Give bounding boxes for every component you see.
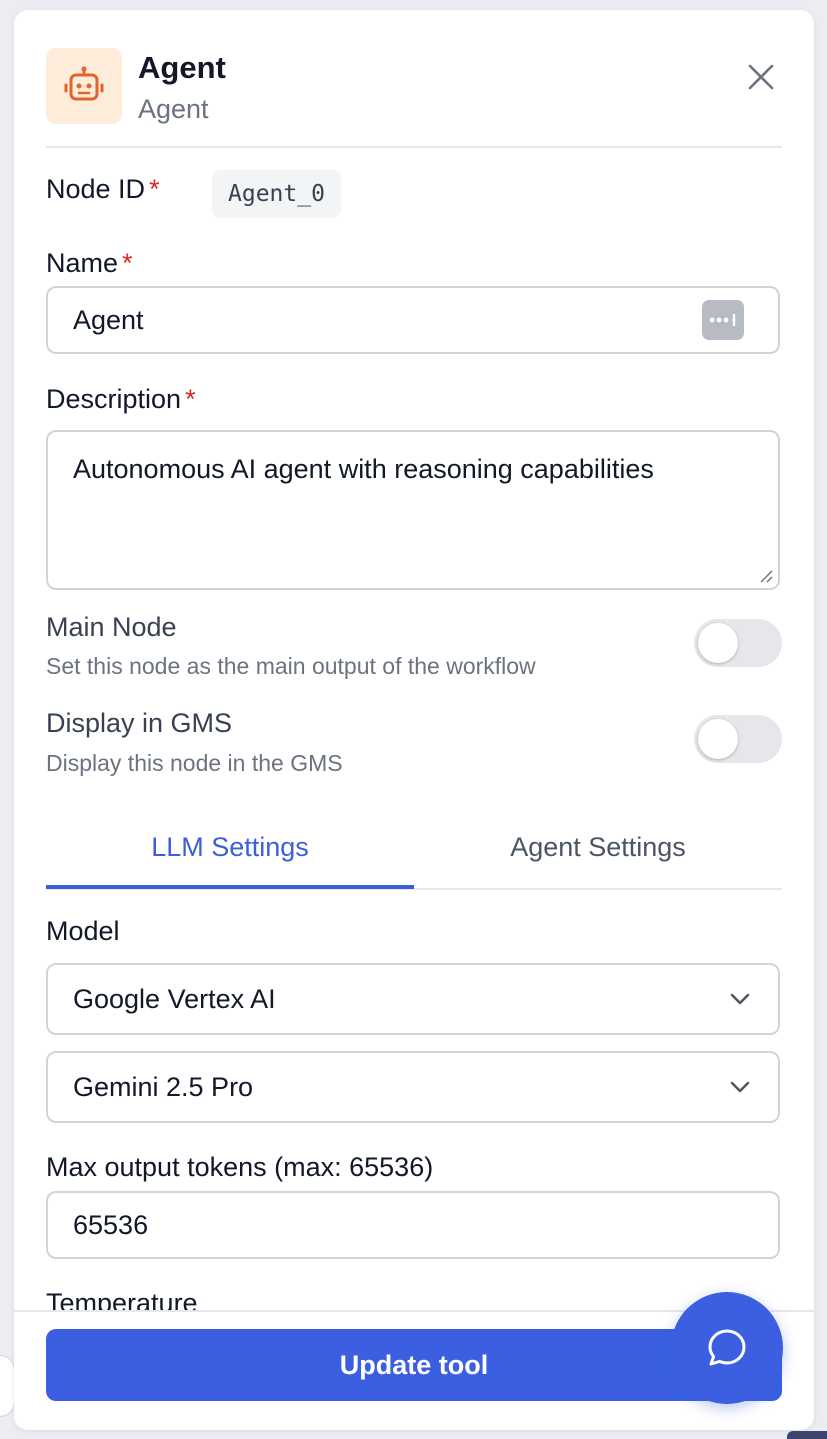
more-dots-icon [709,314,736,326]
description-label-text: Description [46,384,182,414]
main-node-title: Main Node [46,612,177,642]
panel-header: Agent Agent [46,48,782,148]
chat-bubble-icon [708,1329,746,1366]
required-mark: * [185,384,196,414]
background-panel-corner [787,1431,827,1439]
display-gms-description: Display this node in the GMS [46,750,343,776]
node-id-value: Agent_0 [212,170,341,218]
node-id-label-text: Node ID [46,174,146,204]
chevron-down-icon [730,1081,750,1093]
name-label: Name * [46,248,133,279]
robot-icon [46,48,122,124]
max-tokens-input[interactable]: 65536 [46,1191,780,1259]
temperature-label: Temperature [46,1288,198,1310]
close-button[interactable] [740,56,782,98]
node-settings-panel: Agent Agent Node ID * Agent_0 Name * Agent [14,10,814,1430]
toggle-knob [698,719,738,759]
node-id-label: Node ID * [46,174,160,205]
name-input[interactable]: Agent [46,286,780,354]
chat-button[interactable] [671,1292,783,1404]
model-provider-value: Google Vertex AI [73,984,276,1014]
settings-tabs: LLM Settings Agent Settings [46,810,782,890]
main-node-toggle[interactable] [694,619,782,667]
display-gms-title: Display in GMS [46,708,233,738]
variable-insert-button[interactable] [702,300,744,340]
model-label: Model [46,916,120,946]
max-tokens-value: 65536 [73,1210,149,1240]
name-input-value: Agent [73,305,144,335]
description-textarea[interactable]: Autonomous AI agent with reasoning capab… [46,430,780,590]
description-textarea-value: Autonomous AI agent with reasoning capab… [73,454,654,484]
model-name-select[interactable]: Gemini 2.5 Pro [46,1051,780,1123]
tab-agent-settings[interactable]: Agent Settings [414,810,782,888]
main-node-description: Set this node as the main output of the … [46,653,536,679]
required-mark: * [149,174,160,204]
model-provider-select[interactable]: Google Vertex AI [46,963,780,1035]
node-subtitle: Agent [138,94,209,124]
node-title: Agent [138,50,226,85]
required-mark: * [122,248,133,278]
name-label-text: Name [46,248,119,278]
close-icon [748,64,774,90]
max-tokens-label: Max output tokens (max: 65536) [46,1152,434,1182]
model-name-value: Gemini 2.5 Pro [73,1072,254,1102]
description-label: Description * [46,384,196,415]
tab-llm-settings[interactable]: LLM Settings [46,810,414,889]
display-gms-toggle[interactable] [694,715,782,763]
toggle-knob [698,623,738,663]
resize-handle-icon[interactable] [758,568,774,584]
chevron-down-icon [730,993,750,1005]
panel-scroll-area[interactable]: Agent Agent Node ID * Agent_0 Name * Agent [14,10,814,1310]
background-panel-edge [0,1355,15,1417]
